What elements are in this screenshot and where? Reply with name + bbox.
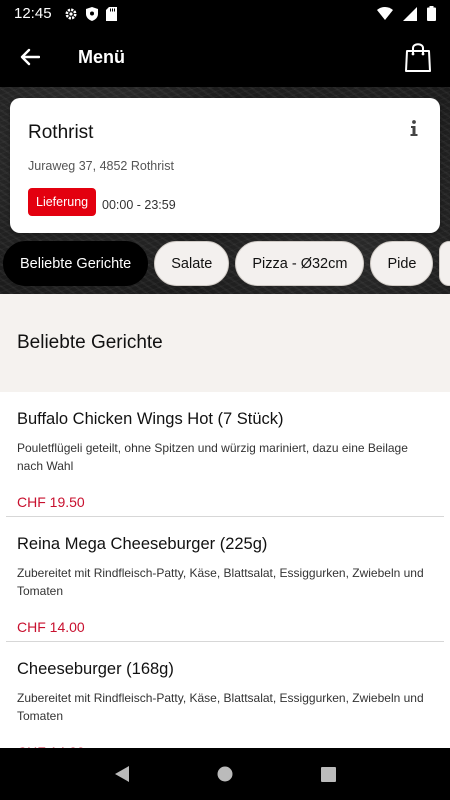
status-right-icons	[377, 6, 436, 21]
delivery-hours: 00:00 - 23:59	[102, 198, 176, 212]
square-recents-icon	[320, 766, 336, 782]
menu-item-name: Buffalo Chicken Wings Hot (7 Stück)	[17, 410, 284, 428]
category-tabs: Beliebte Gerichte Salate Pizza - Ø32cm P…	[3, 241, 450, 287]
app-bar: Menü	[0, 27, 450, 87]
battery-icon	[427, 6, 436, 21]
menu-item[interactable]: Buffalo Chicken Wings Hot (7 Stück) Poul…	[0, 392, 450, 517]
store-info-card: Rothrist Juraweg 37, 4852 Rothrist Liefe…	[10, 98, 440, 233]
tab-beliebte-gerichte[interactable]: Beliebte Gerichte	[3, 241, 149, 286]
triangle-back-icon	[114, 766, 129, 782]
menu-item-name: Reina Mega Cheeseburger (225g)	[17, 535, 268, 553]
tab-salate[interactable]: Salate	[154, 241, 230, 286]
menu-item-price: CHF 19.50	[17, 494, 85, 510]
menu-item-description: Zubereitet mit Rindfleisch-Patty, Käse, …	[17, 566, 424, 598]
sd-card-icon	[105, 6, 117, 21]
tab-pizza[interactable]: Pizza - Ø32cm	[235, 241, 365, 286]
nav-recents-button[interactable]	[313, 759, 343, 789]
nav-back-button[interactable]	[107, 759, 137, 789]
section-title: Beliebte Gerichte	[17, 332, 163, 353]
gear-icon	[65, 8, 77, 19]
section-header: Beliebte Gerichte	[0, 294, 450, 392]
page-title: Menü	[78, 46, 125, 67]
status-left-icons	[64, 6, 117, 21]
shield-icon	[85, 6, 98, 21]
signal-icon	[403, 6, 417, 21]
menu-item-description: Zubereitet mit Rindfleisch-Patty, Käse, …	[17, 691, 424, 723]
delivery-badge: Lieferung	[28, 188, 97, 216]
system-nav-bar	[0, 748, 450, 800]
tab-more[interactable]	[439, 241, 450, 286]
menu-item[interactable]: Reina Mega Cheeseburger (225g) Zubereite…	[0, 517, 450, 642]
circle-home-icon	[217, 766, 233, 782]
shopping-bag-icon	[405, 43, 431, 72]
status-time: 12:45	[14, 5, 52, 22]
tab-pide[interactable]: Pide	[370, 241, 434, 286]
status-bar: 12:45	[0, 0, 450, 27]
info-icon[interactable]	[408, 120, 420, 138]
menu-item-price: CHF 14.00	[17, 619, 85, 635]
wifi-icon	[377, 7, 393, 20]
arrow-left-icon	[20, 48, 40, 66]
cart-button[interactable]	[400, 39, 436, 75]
store-address: Juraweg 37, 4852 Rothrist	[28, 159, 174, 173]
store-name: Rothrist	[28, 122, 94, 143]
nav-home-button[interactable]	[210, 759, 240, 789]
menu-item-name: Cheeseburger (168g)	[17, 660, 174, 678]
menu-item-description: Pouletflügeli geteilt, ohne Spitzen und …	[17, 441, 408, 473]
back-button[interactable]	[0, 27, 60, 87]
